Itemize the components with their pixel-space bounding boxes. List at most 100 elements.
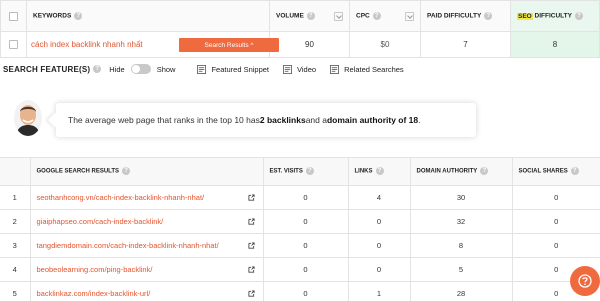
keyword-cell: cách index backlink nhanh nhất Search Re… xyxy=(26,31,279,58)
result-url-link[interactable]: giaiphapseo.com/cach-index-backlink/ xyxy=(37,217,164,226)
domain-authority-header: DOMAIN AUTHORITY? xyxy=(410,157,513,186)
sort-icon[interactable] xyxy=(405,11,414,21)
result-url-link[interactable]: beobeolearning.com/ping-backlink/ xyxy=(37,265,153,274)
features-toggle[interactable] xyxy=(130,64,151,74)
external-link-icon[interactable] xyxy=(247,290,255,297)
backlinks-count: 2 backlinks xyxy=(259,115,306,125)
select-all-checkbox[interactable] xyxy=(9,11,18,21)
show-label: Show xyxy=(156,64,176,74)
result-url-cell: seothanhcong.vn/cach-index-backlink-nhan… xyxy=(30,185,264,210)
help-icon[interactable]: ? xyxy=(122,166,131,175)
domain-authority-value: 8 xyxy=(410,233,513,258)
keywords-header[interactable]: KEYWORDS? xyxy=(26,0,270,32)
help-icon[interactable]: ? xyxy=(74,12,83,20)
paid-difficulty-header[interactable]: PAID DIFFICULTY? xyxy=(420,0,511,32)
advisor-avatar xyxy=(14,100,42,136)
domain-authority-value: 32 xyxy=(410,209,513,234)
external-link-icon[interactable] xyxy=(247,194,255,201)
social-shares-value: 0 xyxy=(512,209,600,234)
seo-difficulty-value: 8 xyxy=(510,31,600,58)
result-url-cell: tangdiemdomain.com/cach-index-backlink-n… xyxy=(30,233,264,258)
links-value[interactable]: 0 xyxy=(348,233,411,258)
rank-number: 2 xyxy=(0,209,31,234)
external-link-icon[interactable] xyxy=(247,242,255,249)
links-value[interactable]: 4 xyxy=(348,185,411,210)
help-icon[interactable]: ? xyxy=(570,166,579,175)
est-visits-value: 0 xyxy=(263,281,349,301)
rank-number: 1 xyxy=(0,185,31,210)
keyword-row: cách index backlink nhanh nhất Search Re… xyxy=(0,31,600,58)
table-row: 1 seothanhcong.vn/cach-index-backlink-nha… xyxy=(0,185,600,210)
google-results-header: GOOGLE SEARCH RESULTS? xyxy=(30,157,264,186)
keywords-header-row: KEYWORDS? VOLUME? CPC? PAID DIFFICULTY? … xyxy=(0,0,600,32)
search-results-table: GOOGLE SEARCH RESULTS? EST. VISITS? LINK… xyxy=(0,157,600,301)
links-value[interactable]: 0 xyxy=(348,209,411,234)
external-link-icon[interactable] xyxy=(247,218,255,225)
feature-related-searches: Related Searches xyxy=(330,64,404,74)
cpc-header[interactable]: CPC? xyxy=(349,0,421,32)
external-link-icon[interactable] xyxy=(247,266,255,273)
result-url-link[interactable]: seothanhcong.vn/cach-index-backlink-nhan… xyxy=(37,193,205,202)
row-select-cell xyxy=(0,31,27,58)
help-icon[interactable]: ? xyxy=(306,11,315,20)
snippet-icon xyxy=(197,64,207,74)
search-results-button[interactable]: Search Results ^ xyxy=(179,38,279,52)
rank-number: 3 xyxy=(0,233,31,258)
question-icon xyxy=(578,274,592,288)
help-icon[interactable]: ? xyxy=(574,12,583,20)
table-row: 5 backlinkaz.com/index-backlink-url/0 1 28 0 xyxy=(0,281,600,301)
help-icon[interactable]: ? xyxy=(305,166,314,175)
links-value[interactable]: 1 xyxy=(348,281,411,301)
social-shares-value: 0 xyxy=(512,185,600,210)
help-icon[interactable]: ? xyxy=(93,65,102,73)
est-visits-value: 0 xyxy=(263,257,349,282)
domain-authority-value: 30 xyxy=(410,185,513,210)
result-url-link[interactable]: tangdiemdomain.com/cach-index-backlink-n… xyxy=(37,241,219,250)
result-url-link[interactable]: backlinkaz.com/index-backlink-url/ xyxy=(37,289,151,298)
table-row: 2 giaiphapseo.com/cach-index-backlink/0 0 3… xyxy=(0,209,600,234)
insight-bubble: The average web page that ranks in the t… xyxy=(56,103,476,137)
result-url-cell: backlinkaz.com/index-backlink-url/ xyxy=(30,281,264,301)
help-icon[interactable]: ? xyxy=(480,166,489,175)
social-shares-value: 0 xyxy=(512,233,600,258)
rank-number: 4 xyxy=(0,257,31,282)
est-visits-value: 0 xyxy=(263,233,349,258)
feature-video: Video xyxy=(283,64,316,74)
search-features-title: SEARCH FEATURE(S) xyxy=(3,64,91,74)
help-icon[interactable]: ? xyxy=(372,11,381,20)
links-header: LINKS? xyxy=(348,157,411,186)
paid-difficulty-value: 7 xyxy=(420,31,511,58)
select-all-cell xyxy=(0,0,27,32)
est-visits-header: EST. VISITS? xyxy=(263,157,349,186)
video-icon xyxy=(283,64,293,74)
domain-authority-value: domain authority of 18 xyxy=(326,115,419,125)
result-url-cell: beobeolearning.com/ping-backlink/ xyxy=(30,257,264,282)
feature-featured-snippet: Featured Snippet xyxy=(197,64,269,74)
cpc-value: $0 xyxy=(349,31,421,58)
keyword-link[interactable]: cách index backlink nhanh nhất xyxy=(31,40,143,49)
est-visits-value: 0 xyxy=(263,209,349,234)
domain-authority-value: 28 xyxy=(410,281,513,301)
search-features-bar: SEARCH FEATURE(S) ? Hide Show Featured S… xyxy=(0,62,600,76)
hide-label: Hide xyxy=(109,64,125,74)
rank-header xyxy=(0,157,31,186)
row-checkbox[interactable] xyxy=(9,40,18,50)
help-icon[interactable]: ? xyxy=(375,166,384,175)
social-shares-header: SOCIAL SHARES? xyxy=(512,157,600,186)
domain-authority-value: 5 xyxy=(410,257,513,282)
est-visits-value: 0 xyxy=(263,185,349,210)
links-value[interactable]: 0 xyxy=(348,257,411,282)
volume-value: 90 xyxy=(269,31,350,58)
results-header-row: GOOGLE SEARCH RESULTS? EST. VISITS? LINK… xyxy=(0,157,600,186)
sort-icon[interactable] xyxy=(334,11,343,21)
help-chat-button[interactable] xyxy=(570,266,600,296)
table-row: 3 tangdiemdomain.com/cach-index-backlink-… xyxy=(0,233,600,258)
rank-number: 5 xyxy=(0,281,31,301)
volume-header[interactable]: VOLUME? xyxy=(269,0,350,32)
keywords-table: KEYWORDS? VOLUME? CPC? PAID DIFFICULTY? … xyxy=(0,0,600,58)
help-icon[interactable]: ? xyxy=(484,12,493,20)
related-searches-icon xyxy=(330,64,340,74)
table-row: 4 beobeolearning.com/ping-backlink/0 0 5 0 xyxy=(0,257,600,282)
result-url-cell: giaiphapseo.com/cach-index-backlink/ xyxy=(30,209,264,234)
seo-difficulty-header[interactable]: SEO DIFFICULTY? xyxy=(510,0,600,32)
